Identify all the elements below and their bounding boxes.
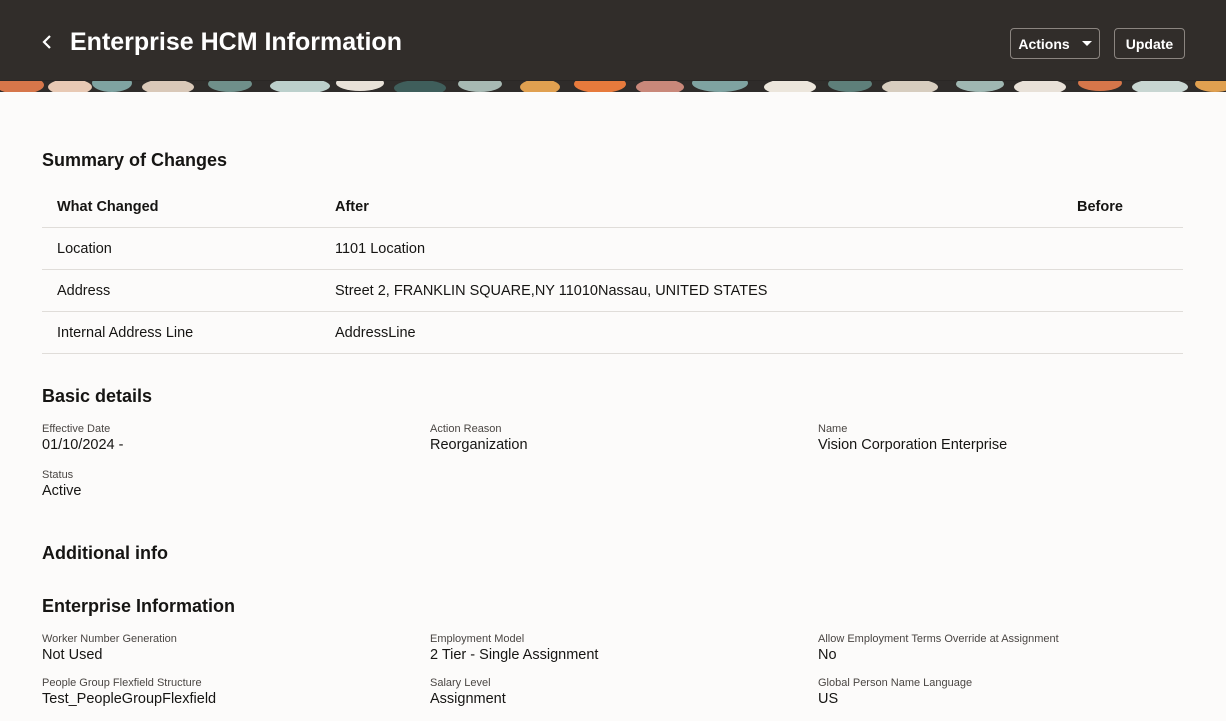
people-group-flexfield-label: People Group Flexfield Structure <box>42 677 202 689</box>
additional-info-title: Additional info <box>42 543 168 563</box>
name-field: Name Vision Corporation Enterprise <box>818 423 1007 454</box>
caret-down-icon <box>1081 41 1092 46</box>
column-header-before: Before <box>1077 199 1123 215</box>
page-title: Enterprise HCM Information <box>70 28 402 56</box>
employment-model-label: Employment Model <box>430 633 525 645</box>
allow-override-label: Allow Employment Terms Override at Assig… <box>818 633 1059 645</box>
header-banner <box>0 80 1226 92</box>
status-value: Active <box>42 483 82 499</box>
row-after-value: Street 2, FRANKLIN SQUARE,NY 11010Nassau… <box>335 283 768 299</box>
summary-of-changes-title: Summary of Changes <box>42 150 228 170</box>
row-after-value: 1101 Location <box>335 241 426 257</box>
decorative-pattern <box>0 80 1226 92</box>
global-person-name-language-value: US <box>818 691 839 707</box>
chevron-left-icon <box>42 35 51 49</box>
employment-model-value: 2 Tier - Single Assignment <box>430 647 599 663</box>
name-value: Vision Corporation Enterprise <box>818 437 1008 453</box>
table-row: Address Street 2, FRANKLIN SQUARE,NY 110… <box>42 270 1183 312</box>
worker-number-generation-label: Worker Number Generation <box>42 633 177 645</box>
row-what-changed: Address <box>57 283 111 299</box>
people-group-flexfield-field: People Group Flexfield Structure Test_Pe… <box>42 677 216 708</box>
effective-date-value: 01/10/2024 - <box>42 437 124 453</box>
basic-details-title: Basic details <box>42 386 153 406</box>
column-header-what-changed: What Changed <box>57 199 159 215</box>
action-reason-field: Action Reason Reorganization <box>430 423 528 454</box>
salary-level-value: Assignment <box>430 691 506 707</box>
enterprise-information-title: Enterprise Information <box>42 596 236 616</box>
people-group-flexfield-value: Test_PeopleGroupFlexfield <box>42 691 217 707</box>
actions-button-label: Actions <box>1018 35 1070 52</box>
worker-number-generation-field: Worker Number Generation Not Used <box>42 633 177 664</box>
status-label: Status <box>42 469 74 481</box>
actions-menu-button[interactable]: Actions <box>1010 28 1100 59</box>
effective-date-label: Effective Date <box>42 423 111 435</box>
column-header-after: After <box>335 199 369 215</box>
effective-date-field: Effective Date 01/10/2024 - <box>42 423 123 454</box>
name-label: Name <box>818 423 848 435</box>
employment-model-field: Employment Model 2 Tier - Single Assignm… <box>430 633 598 664</box>
allow-override-field: Allow Employment Terms Override at Assig… <box>818 633 1059 664</box>
action-reason-label: Action Reason <box>430 423 502 435</box>
global-person-name-language-label: Global Person Name Language <box>818 677 973 689</box>
page-header: Enterprise HCM Information Actions Updat… <box>0 0 1226 80</box>
row-what-changed: Internal Address Line <box>57 325 194 341</box>
table-header-row: What Changed After Before <box>42 186 1183 228</box>
summary-table: What Changed After Before Location 1101 … <box>42 186 1183 354</box>
salary-level-field: Salary Level Assignment <box>430 677 506 708</box>
table-row: Internal Address Line AddressLine <box>42 312 1183 354</box>
worker-number-generation-value: Not Used <box>42 647 103 663</box>
allow-override-value: No <box>818 647 837 663</box>
salary-level-label: Salary Level <box>430 677 491 689</box>
global-person-name-language-field: Global Person Name Language US <box>818 677 972 708</box>
update-button[interactable]: Update <box>1114 28 1185 59</box>
status-field: Status Active <box>42 469 82 500</box>
table-row: Location 1101 Location <box>42 228 1183 270</box>
row-what-changed: Location <box>57 241 112 257</box>
row-after-value: AddressLine <box>335 325 416 341</box>
action-reason-value: Reorganization <box>430 437 528 453</box>
back-button[interactable] <box>34 29 60 55</box>
